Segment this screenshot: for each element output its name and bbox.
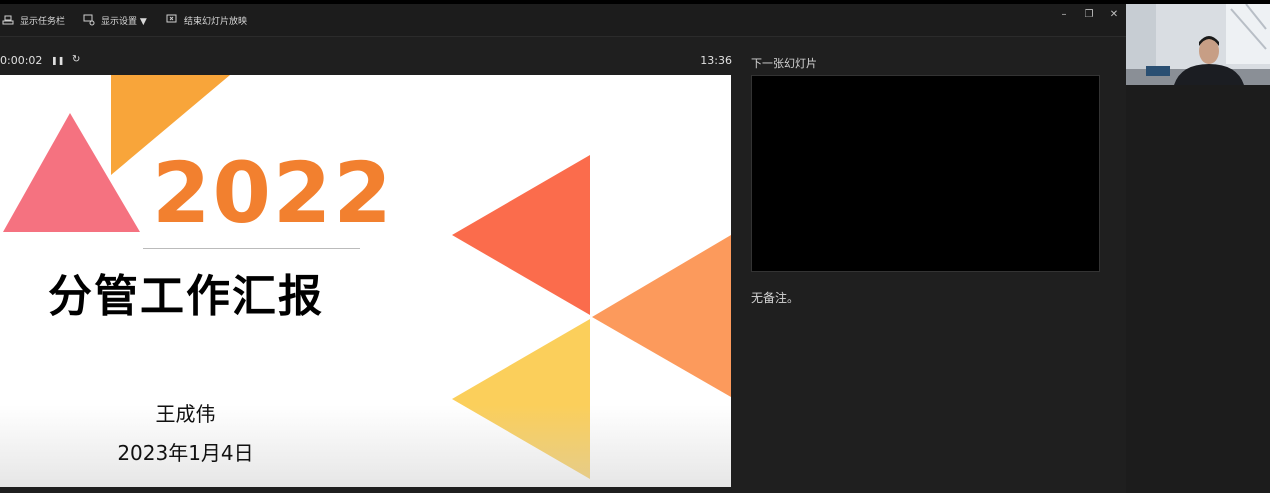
slide-year: 2022 [152,144,394,242]
red-triangle [452,155,590,315]
display-settings-button[interactable]: 显示设置 ▼ [83,13,147,27]
orange-triangle-right [592,235,731,397]
end-show-label: 结束幻灯片放映 [184,16,248,27]
timer-bar: 0:00:02 ❚❚ ↻ 13:36 [0,54,736,70]
next-slide-preview[interactable] [751,75,1100,272]
display-settings-label: 显示设置 ▼ [101,16,147,27]
end-show-icon [166,14,177,23]
close-button[interactable]: ✕ [1103,7,1125,21]
right-panel [1126,85,1270,493]
slide-title: 分管工作汇报 [48,271,324,322]
taskbar-icon [2,15,14,25]
show-taskbar-label: 显示任务栏 [20,16,66,27]
slide-divider [143,248,360,249]
minimize-button[interactable]: – [1053,7,1075,21]
presenter-view: 显示任务栏 显示设置 ▼ 结束幻灯片放映 – ❐ ✕ 0:00:02 ❚❚ ↻ … [0,4,1126,493]
monitor-settings-icon [83,14,95,26]
speaker-notes: 无备注。 [751,291,800,305]
presenter-toolbar: 显示任务栏 显示设置 ▼ 结束幻灯片放映 – ❐ ✕ [0,4,1126,37]
clock: 13:36 [700,54,732,67]
webcam-feed [1126,4,1270,85]
current-slide[interactable]: 2022 分管工作汇报 王成伟 2023年1月4日 [0,75,731,487]
pause-icon[interactable]: ❚❚ [51,56,64,65]
next-slide-label: 下一张幻灯片 [751,57,817,70]
elapsed-timer: 0:00:02 [0,54,43,67]
restore-button[interactable]: ❐ [1078,7,1100,21]
slide-date: 2023年1月4日 [117,441,254,465]
end-show-button[interactable]: 结束幻灯片放映 [166,13,247,27]
reset-icon[interactable]: ↻ [72,54,80,65]
webcam-image [1126,4,1270,85]
show-taskbar-button[interactable]: 显示任务栏 [2,13,65,27]
slide-presenter-name: 王成伟 [155,402,216,426]
